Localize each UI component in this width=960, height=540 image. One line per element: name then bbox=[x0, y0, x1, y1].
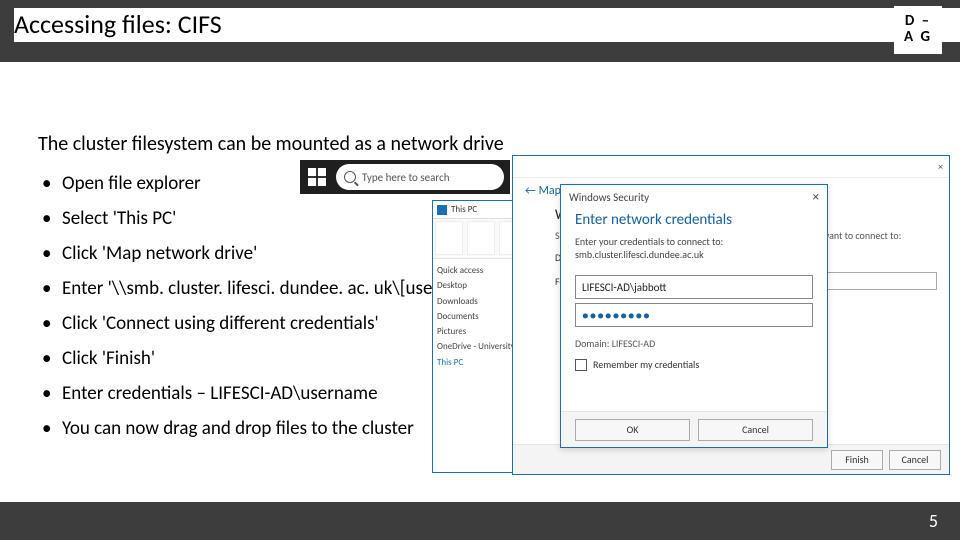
cred-button-row: OK Cancel bbox=[561, 411, 827, 447]
windows-icon bbox=[308, 168, 326, 186]
slide-title: Accessing files: CIFS bbox=[14, 8, 960, 42]
list-item: Click 'Connect using different credentia… bbox=[38, 306, 493, 341]
cred-subtext: Enter your credentials to connect to: sm… bbox=[561, 233, 827, 271]
explorer-title-text: This PC bbox=[451, 204, 477, 215]
search-placeholder: Type here to search bbox=[362, 171, 450, 184]
list-item: You can now drag and drop files to the c… bbox=[38, 411, 493, 446]
finish-button[interactable]: Finish bbox=[831, 450, 883, 470]
list-item: Select 'This PC' bbox=[38, 201, 493, 236]
password-input[interactable]: ●●●●●●●●● bbox=[575, 303, 813, 327]
logo-bottom: A G bbox=[904, 30, 932, 46]
ribbon-button[interactable] bbox=[467, 221, 495, 255]
ribbon-button[interactable] bbox=[435, 221, 463, 255]
remember-row[interactable]: Remember my credentials bbox=[561, 354, 827, 375]
list-item: Enter credentials – LIFESCI-AD\username bbox=[38, 376, 493, 411]
list-item: Enter '\\smb. cluster. lifesci. dundee. … bbox=[38, 271, 493, 306]
username-input[interactable]: LIFESCI-AD\jabbott bbox=[575, 275, 813, 299]
cred-window-title: Windows Security bbox=[569, 191, 649, 204]
start-button[interactable] bbox=[300, 160, 334, 194]
close-icon[interactable]: × bbox=[938, 160, 943, 173]
cred-titlebar: Windows Security × bbox=[561, 185, 827, 209]
windows-security-dialog: Windows Security × Enter network credent… bbox=[560, 184, 828, 448]
cred-heading: Enter network credentials bbox=[561, 209, 827, 233]
taskbar-search[interactable]: Type here to search bbox=[336, 164, 504, 190]
mapdrive-titlebar: × bbox=[513, 156, 949, 178]
close-icon[interactable]: × bbox=[813, 190, 819, 205]
slide-header: Accessing files: CIFS D – A G bbox=[0, 0, 960, 62]
list-item: Click 'Map network drive' bbox=[38, 236, 493, 271]
slide-footer: 5 bbox=[0, 502, 960, 540]
page-number: 5 bbox=[929, 510, 938, 532]
domain-label: Domain: LIFESCI-AD bbox=[561, 331, 827, 354]
dag-logo: D – A G bbox=[894, 6, 942, 54]
cancel-button[interactable]: Cancel bbox=[698, 419, 813, 441]
ok-button[interactable]: OK bbox=[575, 419, 690, 441]
mapdrive-button-row: Finish Cancel bbox=[513, 444, 949, 474]
windows-taskbar: Type here to search bbox=[300, 160, 510, 194]
list-item: Click 'Finish' bbox=[38, 341, 493, 376]
username-value: LIFESCI-AD\jabbott bbox=[582, 281, 666, 294]
search-icon bbox=[344, 171, 356, 183]
checkbox-icon[interactable] bbox=[575, 359, 587, 371]
password-value: ●●●●●●●●● bbox=[582, 309, 651, 322]
cancel-button[interactable]: Cancel bbox=[889, 450, 941, 470]
intro-text: The cluster filesystem can be mounted as… bbox=[38, 132, 504, 156]
remember-label: Remember my credentials bbox=[593, 358, 699, 371]
instruction-list: Open file explorer Select 'This PC' Clic… bbox=[38, 166, 493, 446]
